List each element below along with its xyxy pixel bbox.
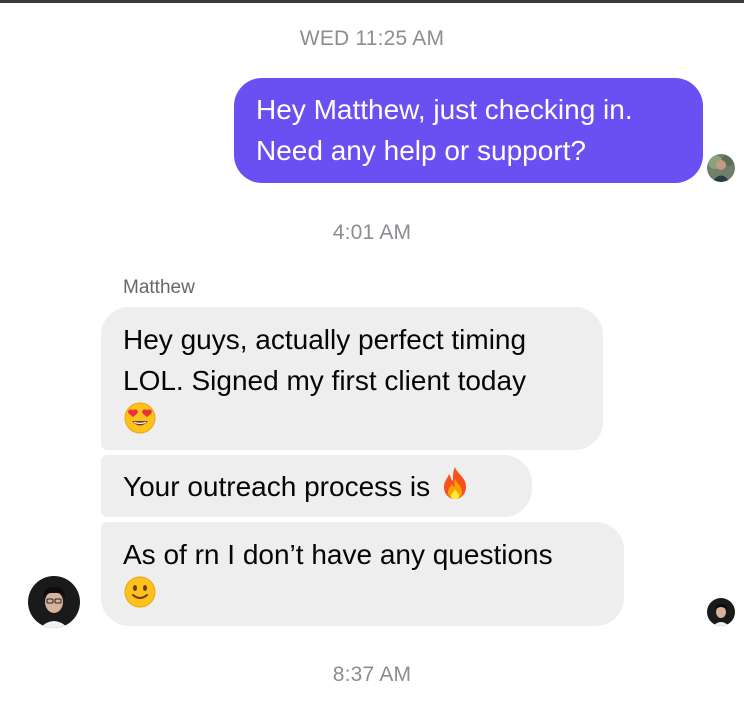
user-avatar[interactable] [707,154,735,182]
message-text-line: Need any help or support? [256,135,586,166]
message-emoji-line [123,401,581,446]
message-emoji-line [123,575,602,620]
message-text-line: Your outreach process is [123,465,510,512]
incoming-message-bubble[interactable]: As of rn I don’t have any questions [101,522,624,626]
message-text-line: As of rn I don’t have any questions [123,539,553,570]
fire-emoji-icon [438,465,472,512]
slightly-smiling-emoji-icon [123,575,157,620]
sender-name: Matthew [123,277,195,298]
message-text-line: Hey guys, actually perfect timing [123,324,527,355]
message-text-line: LOL. Signed my first client today [123,365,527,396]
message-text-line: Hey Matthew, just checking in. [256,94,633,125]
outgoing-message-bubble[interactable]: Hey Matthew, just checking in. Need any … [234,78,703,183]
message-text: Your outreach process is [123,470,431,502]
timestamp: 8:37 AM [332,663,412,686]
timestamp: 4:01 AM [332,221,412,244]
window-top-border [0,0,744,3]
matthew-avatar[interactable] [28,576,80,628]
seen-receipt-avatar [707,598,735,626]
incoming-message-bubble[interactable]: Your outreach process is [101,455,532,517]
timestamp: WED 11:25 AM [299,27,445,50]
heart-eyes-emoji-icon [123,401,157,446]
incoming-message-bubble[interactable]: Hey guys, actually perfect timing LOL. S… [101,307,603,450]
